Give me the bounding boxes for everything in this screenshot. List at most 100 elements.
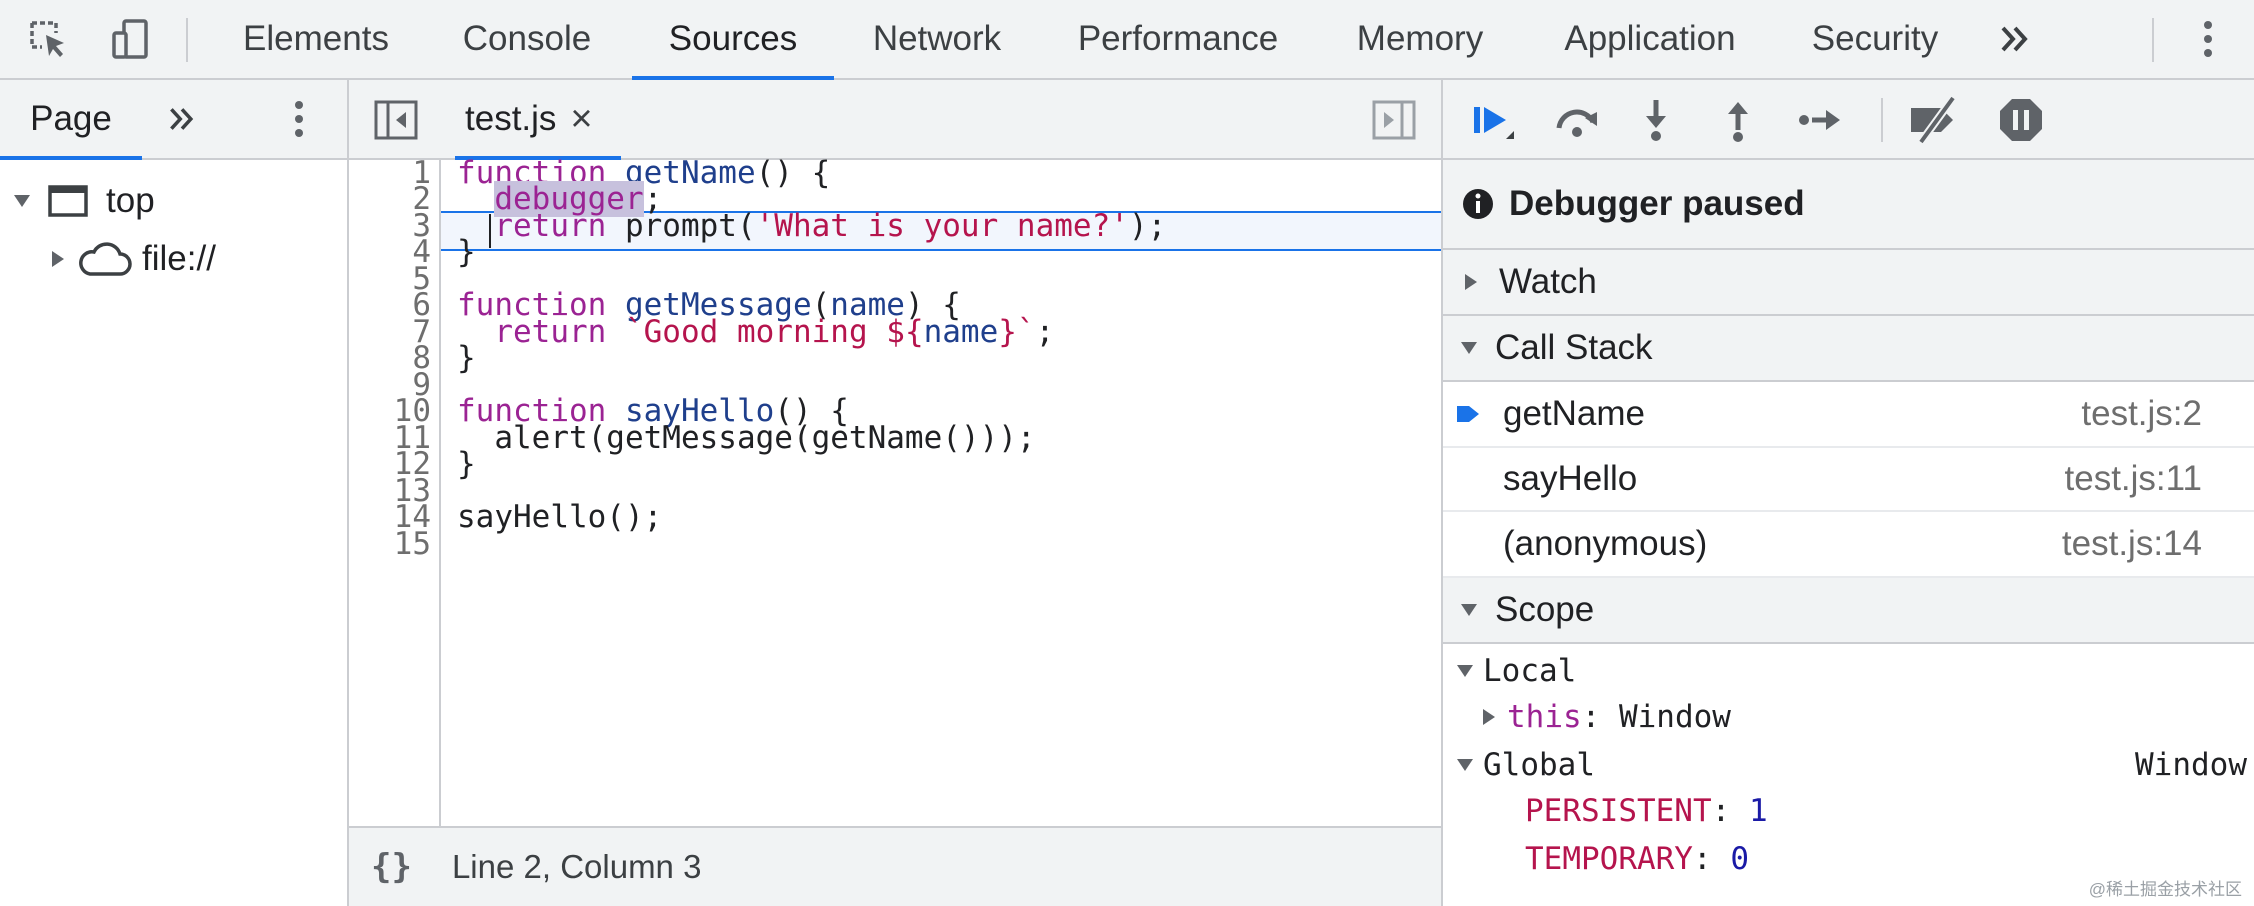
tab-elements[interactable]: Elements: [218, 0, 414, 78]
property-value: Window: [1618, 699, 1731, 735]
call-frame-location[interactable]: test.js:11: [2065, 459, 2202, 499]
toolbar-divider: [1881, 98, 1883, 142]
debugger-toolbar: [1443, 80, 2254, 160]
call-frame-name: getName: [1503, 394, 1646, 433]
code-token: return: [494, 208, 607, 244]
call-frame[interactable]: (anonymous) test.js:14: [1443, 512, 2254, 578]
code-line: return prompt('What is your name?');: [457, 207, 1166, 245]
tree-label-top: top: [106, 181, 155, 220]
call-frame-current[interactable]: getName test.js:2: [1443, 382, 2254, 448]
call-frame-location[interactable]: test.js:14: [2062, 524, 2202, 564]
step-icon[interactable]: [1793, 80, 1849, 160]
property-value: 0: [1730, 841, 1749, 877]
tab-page[interactable]: Page: [0, 80, 142, 160]
scope-label: Scope: [1495, 590, 1595, 629]
cursor-position: Line 2, Column 3: [451, 848, 702, 885]
tree-item-top[interactable]: top: [14, 176, 155, 226]
code-editor[interactable]: 1 2 3 4 5 6 7 8 9 10 11 12 13 14 15 func…: [349, 155, 1441, 826]
watch-label: Watch: [1499, 262, 1597, 301]
collapse-triangle-icon: [1465, 274, 1477, 290]
scope-property-this[interactable]: this: Window: [1483, 694, 1731, 740]
vertical-dots-icon[interactable]: [2188, 0, 2228, 78]
tab-sources[interactable]: Sources: [632, 0, 834, 80]
code-token: return: [494, 314, 607, 350]
paused-message: Debugger paused: [1509, 184, 1805, 223]
tree-label-file: file://: [142, 239, 216, 278]
inspect-element-icon[interactable]: [18, 0, 78, 78]
step-out-icon[interactable]: [1713, 80, 1763, 160]
call-frame[interactable]: sayHello test.js:11: [1443, 448, 2254, 512]
file-tab-test-js[interactable]: test.js ×: [455, 80, 621, 160]
call-frame-name: (anonymous): [1503, 524, 1708, 563]
toolbar-divider: [186, 18, 188, 62]
double-chevron-icon[interactable]: [162, 80, 202, 158]
tab-page-label: Page: [30, 99, 112, 138]
code-line: }: [457, 340, 476, 376]
expand-triangle-icon: [1461, 342, 1477, 354]
toggle-navigator-icon[interactable]: [373, 98, 419, 142]
line-number-gutter[interactable]: 1 2 3 4 5 6 7 8 9 10 11 12 13 14 15: [349, 155, 441, 826]
tree-item-file[interactable]: file://: [52, 234, 216, 284]
resume-icon[interactable]: [1465, 80, 1521, 160]
code-token: prompt(: [606, 208, 756, 244]
collapse-triangle-icon: [1483, 709, 1495, 725]
expand-triangle-icon: [1457, 665, 1473, 677]
code-line: sayHello();: [457, 499, 663, 535]
code-token: }`: [998, 314, 1036, 350]
scope-global-value: Window: [2135, 747, 2247, 783]
pretty-print-icon[interactable]: {}: [371, 847, 412, 887]
scope-property-persistent[interactable]: PERSISTENT: 1: [1525, 788, 1768, 834]
close-icon[interactable]: ×: [570, 98, 592, 141]
tab-performance[interactable]: Performance: [1060, 0, 1296, 78]
navigator-header: Page: [0, 80, 347, 160]
call-frame-location[interactable]: test.js:2: [2081, 394, 2202, 434]
code-token: 'What is your name?': [755, 208, 1129, 244]
call-stack-label: Call Stack: [1495, 328, 1653, 367]
devtools-tab-bar: Elements Console Sources Network Perform…: [0, 0, 2254, 80]
code-token: `Good morning ${: [624, 314, 924, 350]
property-value: 1: [1748, 793, 1768, 829]
code-line: return `Good morning ${name}`;: [457, 313, 1054, 351]
code-token: );: [1128, 208, 1167, 244]
call-frame-name: sayHello: [1503, 459, 1638, 498]
deactivate-breakpoints-icon[interactable]: [1905, 80, 1965, 160]
scope-local-label: Local: [1483, 653, 1577, 689]
scope-section-header[interactable]: Scope: [1443, 578, 2254, 644]
vertical-dots-icon[interactable]: [286, 80, 312, 158]
call-stack-section-header[interactable]: Call Stack: [1443, 316, 2254, 382]
toolbar-divider: [2152, 18, 2154, 62]
editor-status-bar: {} Line 2, Column 3: [349, 826, 1441, 906]
property-key: PERSISTENT: [1525, 793, 1712, 829]
debugger-sidebar: Debugger paused Watch Call Stack getName…: [1443, 160, 2254, 906]
tab-application[interactable]: Application: [1548, 0, 1752, 78]
expand-triangle-icon: [14, 195, 30, 207]
watermark: @稀土掘金技术社区: [2088, 880, 2242, 899]
double-chevron-icon[interactable]: [1990, 0, 2040, 78]
pause-on-exceptions-icon[interactable]: [1993, 80, 2049, 160]
property-key: this: [1507, 699, 1582, 735]
watch-section-header[interactable]: Watch: [1443, 250, 2254, 316]
tab-memory[interactable]: Memory: [1336, 0, 1504, 78]
tab-console[interactable]: Console: [434, 0, 620, 78]
code-line: }: [457, 234, 476, 270]
scope-property-temporary[interactable]: TEMPORARY: 0: [1525, 836, 1749, 882]
file-tab-label: test.js: [465, 99, 557, 138]
collapse-triangle-icon: [52, 251, 64, 267]
tab-network[interactable]: Network: [848, 0, 1026, 78]
step-over-icon[interactable]: [1549, 80, 1605, 160]
tab-security[interactable]: Security: [1800, 0, 1950, 78]
scope-global-label: Global: [1483, 747, 1595, 783]
cloud-icon: [79, 242, 132, 276]
scope-local[interactable]: Local: [1457, 648, 1576, 694]
code-line: alert(getMessage(getName()));: [457, 420, 1036, 456]
expand-triangle-icon: [1461, 604, 1477, 616]
device-toolbar-icon[interactable]: [100, 0, 160, 78]
file-navigator: top file://: [0, 160, 347, 906]
scope-global[interactable]: Global Window: [1457, 742, 2247, 788]
step-into-icon[interactable]: [1631, 80, 1681, 160]
toggle-debugger-icon[interactable]: [1371, 98, 1417, 142]
code-token: name: [923, 314, 999, 350]
line-number[interactable]: 15: [394, 525, 431, 563]
code-token: () {: [755, 155, 831, 191]
property-key: TEMPORARY: [1525, 841, 1693, 877]
